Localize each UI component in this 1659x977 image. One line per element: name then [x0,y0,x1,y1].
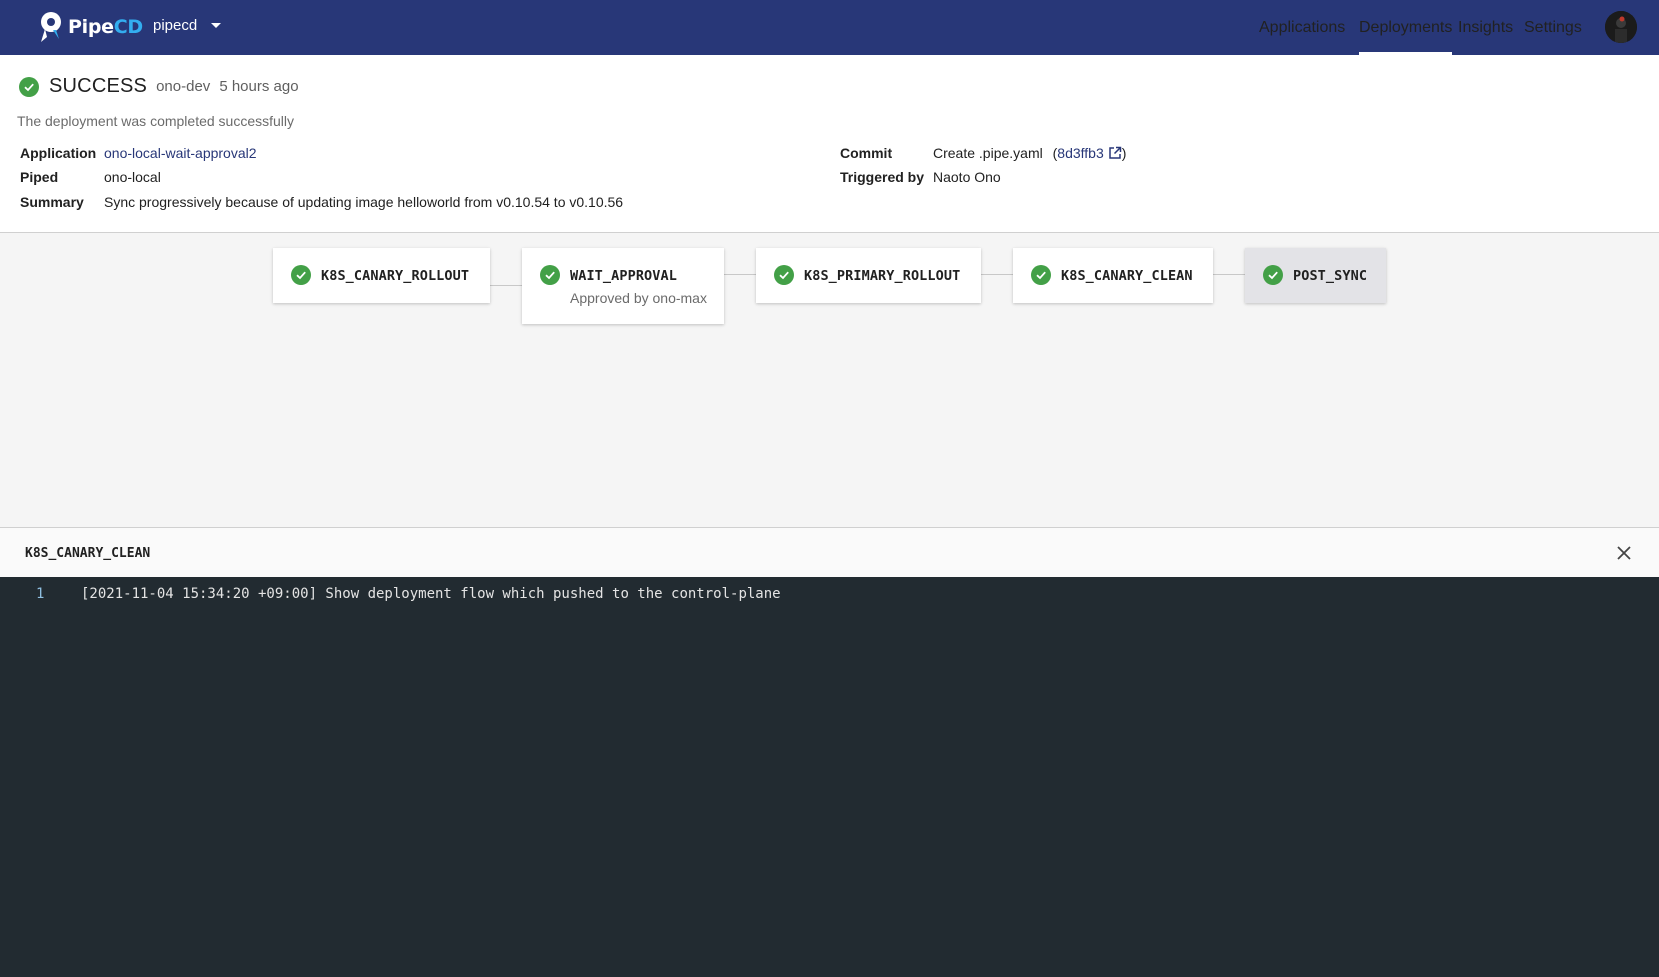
success-check-icon [540,265,560,285]
commit-paren-close: ) [1121,145,1127,161]
user-avatar[interactable] [1605,11,1637,43]
log-panel-header: K8S_CANARY_CLEAN [0,527,1659,577]
stage-name: K8S_CANARY_ROLLOUT [321,268,470,284]
chevron-down-icon [211,23,222,28]
nav-settings[interactable]: Settings [1524,0,1582,55]
stage-name: POST_SYNC [1293,268,1368,284]
summary-value: Sync progressively because of updating i… [104,194,624,210]
project-name: pipecd [153,17,198,34]
deployment-time: 5 hours ago [219,78,299,95]
stage-name: WAIT_APPROVAL [570,268,677,284]
stage-body: POST_SYNC [1293,248,1367,303]
app-bar: PipeCD pipecd Applications Deployments I… [0,0,1659,55]
status-row: SUCCESS ono-dev 5 hours ago [19,75,299,98]
stage-approver: Approved by ono-max [570,290,707,306]
nav-applications[interactable]: Applications [1259,0,1345,55]
application-link[interactable]: ono-local-wait-approval2 [104,145,257,161]
triggered-by-label: Triggered by [840,169,925,185]
triggered-by-value: Naoto Ono [933,169,1001,185]
deployment-status: SUCCESS [49,75,148,97]
summary-label: Summary [20,194,84,210]
stage-body: K8S_PRIMARY_ROLLOUT [804,248,960,303]
nav-deployments[interactable]: Deployments [1359,0,1453,55]
commit-value: Create .pipe.yaml (8d3ffb3) [933,145,1126,161]
stage-body: K8S_CANARY_ROLLOUT [321,248,469,303]
stage-k8s-primary-rollout[interactable]: K8S_PRIMARY_ROLLOUT [756,248,981,303]
stage-k8s-canary-rollout[interactable]: K8S_CANARY_ROLLOUT [273,248,490,303]
log-line: 1 [2021-11-04 15:34:20 +09:00] Show depl… [0,586,1659,606]
stage-body: K8S_CANARY_CLEAN [1061,248,1193,303]
external-link-icon [1109,146,1121,159]
log-viewer[interactable]: 1 [2021-11-04 15:34:20 +09:00] Show depl… [0,577,1659,977]
stage-wait-approval[interactable]: WAIT_APPROVAL Approved by ono-max [522,248,724,324]
piped-value: ono-local [104,169,161,185]
nav-insights[interactable]: Insights [1458,0,1513,55]
close-icon [1617,546,1631,560]
stage-connector [981,274,1013,275]
stage-post-sync[interactable]: POST_SYNC [1245,248,1386,303]
commit-hash: 8d3ffb3 [1057,145,1104,161]
pipecd-logo[interactable]: PipeCD [36,9,143,45]
commit-message: Create .pipe.yaml [933,145,1043,161]
stage-name: K8S_CANARY_CLEAN [1061,268,1193,284]
log-stage-title: K8S_CANARY_CLEAN [25,546,151,561]
success-check-icon [1031,265,1051,285]
success-check-icon [291,265,311,285]
status-description: The deployment was completed successfull… [17,113,295,129]
commit-hash-link[interactable]: 8d3ffb3 [1057,145,1121,161]
environment-name: ono-dev [156,78,211,95]
log-line-text: [2021-11-04 15:34:20 +09:00] Show deploy… [81,586,781,602]
close-log-button[interactable] [1615,544,1633,562]
logo-wordmark: PipeCD [68,16,143,38]
avatar-image [1605,11,1637,43]
logo-text-accent: CD [113,16,143,38]
application-label: Application [20,145,97,161]
success-check-icon [1263,265,1283,285]
deployment-detail: SUCCESS ono-dev 5 hours ago The deployme… [0,55,1659,233]
stage-connector [1213,274,1245,275]
pipeline-view: K8S_CANARY_ROLLOUT WAIT_APPROVAL Approve… [0,233,1659,527]
stage-name: K8S_PRIMARY_ROLLOUT [804,268,961,284]
log-line-number: 1 [36,586,45,602]
project-selector[interactable]: pipecd [153,17,222,34]
stage-connector [490,285,522,286]
stage-k8s-canary-clean[interactable]: K8S_CANARY_CLEAN [1013,248,1213,303]
stage-connector [724,274,756,275]
success-check-icon [19,76,39,97]
success-check-icon [774,265,794,285]
commit-label: Commit [840,145,893,161]
stage-body: WAIT_APPROVAL Approved by ono-max [570,248,707,324]
piped-label: Piped [20,169,59,185]
logo-text-main: Pipe [68,16,114,38]
pipecd-logo-icon [41,12,61,42]
